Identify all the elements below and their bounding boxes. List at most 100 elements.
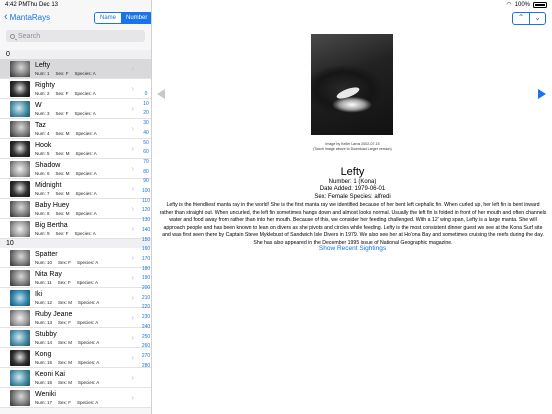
list-item[interactable]: Lefty Num: 1 Sex: F Species: A › [0, 59, 151, 79]
manta-thumbnail [10, 141, 30, 157]
index-entry[interactable]: 240 [142, 323, 150, 333]
index-entry[interactable]: 130 [142, 216, 150, 226]
manta-thumbnail [10, 290, 30, 306]
manta-description: Lefty is the friendliest manta ray in th… [159, 202, 547, 246]
index-entry[interactable]: 140 [142, 226, 150, 236]
index-entry[interactable]: 180 [142, 265, 150, 275]
search-input[interactable]: Search [6, 30, 145, 42]
index-entry[interactable]: 200 [142, 284, 150, 294]
manta-list-sex: Sex: F [55, 91, 69, 96]
previous-record-button[interactable]: ⌃ [513, 13, 529, 24]
manta-list-meta: Num: 7 Sex: M Species: A [35, 191, 97, 196]
manta-list-meta: Num: 17 Sex: F Species: A [35, 400, 98, 405]
index-entry[interactable]: 220 [142, 303, 150, 313]
list-item[interactable]: Iki Num: 12 Sex: M Species: A › [0, 288, 151, 308]
manta-list-sex: Sex: M [58, 300, 73, 305]
manta-list-name: Midnight [35, 182, 62, 189]
index-entry[interactable]: 280 [142, 362, 150, 372]
index-entry[interactable]: 10 [143, 100, 149, 110]
list-item[interactable]: Stubby Num: 14 Sex: M Species: A › [0, 328, 151, 348]
index-entry[interactable]: 40 [143, 129, 149, 139]
list-item[interactable]: Shadow Num: 6 Sex: M Species: A › [0, 159, 151, 179]
list-item[interactable]: Kong Num: 15 Sex: M Species: A › [0, 348, 151, 368]
index-entry[interactable]: 190 [142, 274, 150, 284]
index-entry[interactable]: 150 [142, 236, 150, 246]
manta-list-meta: Num: 12 Sex: M Species: A [35, 300, 99, 305]
manta-photo[interactable] [311, 34, 393, 135]
index-entry[interactable]: 0 [145, 90, 148, 100]
list-item[interactable]: Big Bertha Num: 9 Sex: F Species: A › [0, 219, 151, 239]
manta-list-sex: Sex: F [58, 400, 72, 405]
chevron-right-icon: › [131, 393, 134, 402]
manta-list-meta: Num: 9 Sex: F Species: A [35, 231, 96, 236]
manta-list-sex: Sex: M [55, 151, 70, 156]
index-entry[interactable]: 160 [142, 245, 150, 255]
index-entry[interactable]: 60 [143, 148, 149, 158]
chevron-right-icon: › [131, 104, 134, 113]
chevron-right-icon: › [131, 373, 134, 382]
index-entry[interactable]: 250 [142, 333, 150, 343]
manta-list-meta: Num: 6 Sex: M Species: A [35, 171, 97, 176]
list-item[interactable]: Hook Num: 5 Sex: M Species: A › [0, 139, 151, 159]
chevron-right-icon: › [131, 164, 134, 173]
manta-list-sex: Sex: M [55, 211, 70, 216]
manta-list-name: Taz [35, 122, 46, 129]
index-entry[interactable]: 90 [143, 177, 149, 187]
index-entry[interactable]: 120 [142, 206, 150, 216]
battery-icon [533, 2, 547, 8]
manta-list-num: Num: 3 [35, 111, 50, 116]
chevron-right-icon: › [131, 184, 134, 193]
section-index[interactable]: 0 10 20 30 40 50 60 70 80 90 100 110 120 130 140 150 160… [140, 90, 151, 372]
index-entry[interactable]: 70 [143, 158, 149, 168]
list-item[interactable]: Keoni Kai Num: 16 Sex: M Species: A › [0, 368, 151, 388]
manta-list-name: Spatter [35, 251, 58, 258]
index-entry[interactable]: 270 [142, 352, 150, 362]
index-entry[interactable]: 230 [142, 313, 150, 323]
index-entry[interactable]: 210 [142, 294, 150, 304]
chevron-right-icon: › [131, 204, 134, 213]
manta-list-meta: Num: 15 Sex: M Species: A [35, 360, 99, 365]
show-sightings-link[interactable]: Show Recent Sightings [153, 245, 552, 252]
battery-percent: 100% [514, 2, 530, 8]
back-button[interactable]: ‹ MantaRays [4, 10, 50, 23]
chevron-right-icon: › [131, 333, 134, 342]
manta-list-num: Num: 9 [35, 231, 50, 236]
list-item[interactable]: Nita Ray Num: 11 Sex: F Species: A › [0, 268, 151, 288]
list-item[interactable]: Weniki Num: 17 Sex: F Species: A › [0, 388, 151, 408]
list-item[interactable]: Taz Num: 4 Sex: M Species: A › [0, 119, 151, 139]
chevron-left-icon: ‹ [4, 10, 8, 23]
next-image-arrow-icon[interactable] [538, 89, 546, 99]
list-item[interactable]: W Num: 3 Sex: F Species: A › [0, 99, 151, 119]
next-record-button[interactable]: ⌄ [529, 13, 545, 24]
manta-list-name: Nita Ray [35, 271, 62, 278]
index-entry[interactable]: 260 [142, 342, 150, 352]
manta-list-num: Num: 15 [35, 360, 53, 365]
index-entry[interactable]: 20 [143, 109, 149, 119]
search-placeholder: Search [18, 32, 41, 40]
index-entry[interactable]: 170 [142, 255, 150, 265]
manta-thumbnail [10, 81, 30, 97]
index-entry[interactable]: 100 [142, 187, 150, 197]
index-entry[interactable]: 80 [143, 168, 149, 178]
list-item[interactable]: Baby Huey Num: 8 Sex: M Species: A › [0, 199, 151, 219]
manta-list-name: Shadow [35, 162, 61, 169]
record-stepper: ⌃ ⌄ [512, 12, 546, 25]
manta-list-name: Big Bertha [35, 222, 68, 229]
manta-list-sex: Sex: F [57, 280, 71, 285]
manta-list-name: Stubby [35, 331, 57, 338]
manta-list-name: Ruby Jeane [35, 311, 73, 318]
index-entry[interactable]: 110 [142, 197, 150, 207]
previous-image-arrow-icon[interactable] [157, 89, 165, 99]
list-item[interactable]: Righty Num: 2 Sex: F Species: A › [0, 79, 151, 99]
index-entry[interactable]: 50 [143, 139, 149, 149]
chevron-right-icon: › [131, 224, 134, 233]
list-item[interactable]: Midnight Num: 7 Sex: M Species: A › [0, 179, 151, 199]
chevron-right-icon: › [131, 124, 134, 133]
list-item[interactable]: Ruby Jeane Num: 13 Sex: F Species: A › [0, 308, 151, 328]
sort-number-option[interactable]: Number [121, 13, 151, 23]
manta-list-species: Species: A [77, 260, 99, 265]
manta-list-name: Righty [35, 82, 55, 89]
sort-name-option[interactable]: Name [95, 13, 122, 23]
list-item[interactable]: Spatter Num: 10 Sex: F Species: A › [0, 248, 151, 268]
index-entry[interactable]: 30 [143, 119, 149, 129]
